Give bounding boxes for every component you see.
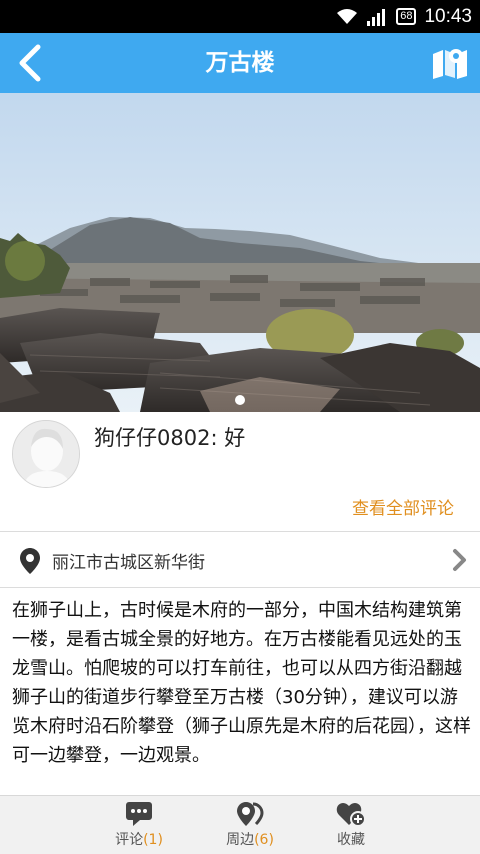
nearby-icon <box>237 802 264 826</box>
nav-nearby-label: 周边 <box>226 832 255 848</box>
title-bar: 万古楼 <box>0 33 480 93</box>
nav-nearby-count: (6) <box>254 832 274 848</box>
wifi-icon <box>337 8 358 24</box>
signal-icon <box>367 8 386 26</box>
location-pin-icon <box>20 548 40 574</box>
attraction-photo[interactable] <box>0 93 480 412</box>
nav-favorite-label: 收藏 <box>337 832 365 848</box>
map-icon <box>433 49 467 79</box>
chevron-right-icon <box>453 549 466 571</box>
favorite-add-icon <box>336 802 366 827</box>
comment-text: 狗仔仔0802: 好 <box>94 426 246 450</box>
address-row[interactable]: 丽江市古城区新华街 <box>0 532 480 588</box>
avatar <box>12 420 80 488</box>
description-text: 在狮子山上，古时候是木府的一部分，中国木结构建筑第一楼，是看古城全景的好地方。在… <box>12 600 471 766</box>
nav-nearby[interactable]: 周边(6) <box>205 796 295 854</box>
gallery-page-indicator <box>235 395 245 405</box>
comment-icon <box>126 802 152 826</box>
back-arrow-icon <box>19 44 41 82</box>
nav-comments-count: (1) <box>143 832 163 848</box>
latest-comment: 狗仔仔0802: 好 查看全部评论 <box>0 412 480 532</box>
status-bar: 68 10:43 <box>0 0 480 33</box>
nav-comments-label: 评论 <box>115 832 144 848</box>
nav-favorite[interactable]: 收藏 <box>306 796 396 854</box>
page-title: 万古楼 <box>205 50 275 76</box>
address-text: 丽江市古城区新华街 <box>52 553 205 573</box>
clock: 10:43 <box>424 5 472 27</box>
battery-icon: 68 <box>396 8 417 25</box>
view-all-comments-link[interactable]: 查看全部评论 <box>352 494 454 519</box>
map-button[interactable] <box>428 41 472 85</box>
bottom-nav: 评论(1) 周边(6) 收藏 <box>0 795 480 854</box>
nav-comments[interactable]: 评论(1) <box>94 796 184 854</box>
back-button[interactable] <box>8 41 52 85</box>
